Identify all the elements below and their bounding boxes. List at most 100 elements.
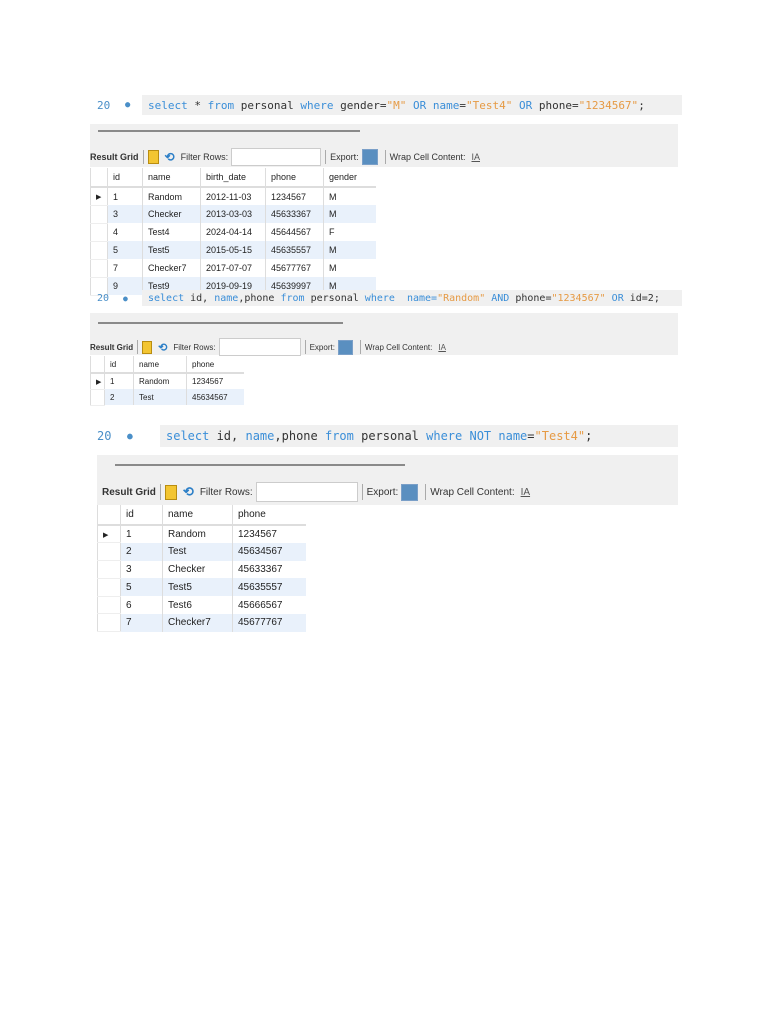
table-cell[interactable]: 45634567 xyxy=(232,542,306,561)
table-cell[interactable]: 1234567 xyxy=(232,525,306,543)
filter-rows-input[interactable] xyxy=(255,482,358,502)
refresh-icon[interactable]: ⟲ xyxy=(183,484,194,500)
table-cell[interactable]: 2012-11-03 xyxy=(200,187,266,205)
table-row[interactable]: 5 Test5 2015-05-15 45635557 M xyxy=(90,241,376,260)
table-cell[interactable]: 2015-05-15 xyxy=(200,241,266,259)
table-cell[interactable]: 45635557 xyxy=(265,241,324,259)
table-cell[interactable]: M xyxy=(323,241,376,259)
wrap-cell-content-icon[interactable]: IA xyxy=(521,487,530,498)
table-cell[interactable]: F xyxy=(323,223,376,241)
table-cell[interactable]: M xyxy=(323,205,376,223)
table-cell[interactable]: 1 xyxy=(104,373,134,389)
table-cell[interactable]: 5 xyxy=(120,578,163,597)
query-editor-line[interactable]: 20 ● select id, name ,phone from personal w… xyxy=(97,290,682,306)
table-cell[interactable]: 45677767 xyxy=(232,613,306,632)
table-cell[interactable]: 3 xyxy=(120,560,163,579)
table-cell[interactable]: Random xyxy=(162,525,233,543)
grid-view-icon[interactable] xyxy=(164,484,177,500)
query-editor-line[interactable]: 20 ● select * from personal where gender= "… xyxy=(97,95,682,115)
table-cell[interactable]: 45633367 xyxy=(265,205,324,223)
column-header[interactable]: id xyxy=(104,356,134,374)
table-cell[interactable]: 1 xyxy=(120,525,163,543)
column-header[interactable]: id xyxy=(107,168,143,188)
filter-rows-input[interactable] xyxy=(231,148,322,166)
column-header[interactable]: name xyxy=(133,356,187,374)
wrap-cell-content-icon[interactable]: IA xyxy=(438,343,446,352)
table-cell[interactable]: M xyxy=(323,187,376,205)
table-row[interactable]: 3 Checker 2013-03-03 45633367 M xyxy=(90,205,376,224)
export-icon[interactable] xyxy=(361,149,378,165)
refresh-icon[interactable]: ⟲ xyxy=(158,341,167,354)
table-row[interactable]: 2 Test 45634567 xyxy=(90,389,244,406)
table-row[interactable]: 4 Test4 2024-04-14 45644567 F xyxy=(90,223,376,242)
table-cell[interactable]: Test xyxy=(133,389,187,405)
table-row[interactable]: 2 Test 45634567 xyxy=(97,542,306,562)
table-cell[interactable]: Test5 xyxy=(162,578,233,597)
table-cell[interactable]: 7 xyxy=(120,613,163,632)
column-header[interactable]: phone xyxy=(232,505,306,526)
table-cell[interactable]: 3 xyxy=(107,205,143,223)
sql-query[interactable]: select id, name ,phone from personal wher… xyxy=(160,425,678,447)
table-row[interactable]: ▶ 1 Random 1234567 xyxy=(90,373,244,390)
sql-query[interactable]: select * from personal where gender= "M" … xyxy=(142,95,682,115)
export-icon[interactable] xyxy=(401,483,419,501)
result-grid-tab[interactable]: Result Grid xyxy=(90,343,133,352)
column-header[interactable]: gender xyxy=(323,168,376,188)
table-cell[interactable]: Checker7 xyxy=(142,259,201,277)
table-cell[interactable]: Checker xyxy=(142,205,201,223)
column-header[interactable]: id xyxy=(120,505,163,526)
result-grid[interactable]: id name birth_date phone gender ▶ 1 Random 2012-… xyxy=(90,168,376,296)
table-cell[interactable]: 2017-07-07 xyxy=(200,259,266,277)
column-header[interactable]: phone xyxy=(186,356,244,374)
table-cell[interactable]: Checker7 xyxy=(162,613,233,632)
table-cell[interactable]: 2 xyxy=(120,542,163,561)
table-cell[interactable]: Random xyxy=(133,373,187,389)
splitter-handle[interactable] xyxy=(98,322,343,324)
table-cell[interactable]: 45677767 xyxy=(265,259,324,277)
table-cell[interactable]: 45666567 xyxy=(232,596,306,614)
table-row[interactable]: 6 Test6 45666567 xyxy=(97,596,306,615)
table-row[interactable]: 7 Checker7 2017-07-07 45677767 M xyxy=(90,259,376,278)
table-cell[interactable]: 7 xyxy=(107,259,143,277)
table-cell[interactable]: 45634567 xyxy=(186,389,244,405)
sql-query[interactable]: select id, name ,phone from personal wher… xyxy=(142,290,682,306)
column-header[interactable]: name xyxy=(162,505,233,526)
table-row[interactable]: 7 Checker7 45677767 xyxy=(97,613,306,633)
table-cell[interactable]: 2013-03-03 xyxy=(200,205,266,223)
table-cell[interactable]: 1 xyxy=(107,187,143,205)
table-row[interactable]: ▶ 1 Random 1234567 xyxy=(97,525,306,544)
table-row[interactable]: ▶ 1 Random 2012-11-03 1234567 M xyxy=(90,187,376,206)
column-header[interactable]: birth_date xyxy=(200,168,266,188)
table-cell[interactable]: 45644567 xyxy=(265,223,324,241)
splitter-handle[interactable] xyxy=(115,464,405,466)
table-cell[interactable]: 1234567 xyxy=(186,373,244,389)
query-editor-line[interactable]: 20 ● select id, name ,phone from personal w… xyxy=(97,425,678,447)
result-grid[interactable]: id name phone ▶ 1 Random 1234567 2 Test 45634567 3… xyxy=(97,505,306,633)
wrap-cell-content-icon[interactable]: IA xyxy=(471,152,480,162)
table-cell[interactable]: Test xyxy=(162,542,233,561)
table-row[interactable]: 5 Test5 45635557 xyxy=(97,578,306,597)
table-cell[interactable]: 2024-04-14 xyxy=(200,223,266,241)
table-cell[interactable]: Test6 xyxy=(162,596,233,614)
table-cell[interactable]: 4 xyxy=(107,223,143,241)
export-icon[interactable] xyxy=(337,339,353,355)
result-grid-tab[interactable]: Result Grid xyxy=(102,487,156,498)
result-grid-tab[interactable]: Result Grid xyxy=(90,152,139,162)
table-cell[interactable]: Random xyxy=(142,187,201,205)
splitter-handle[interactable] xyxy=(98,130,360,132)
refresh-icon[interactable]: ⟲ xyxy=(165,150,175,164)
table-cell[interactable]: 45635557 xyxy=(232,578,306,597)
table-cell[interactable]: Test4 xyxy=(142,223,201,241)
grid-view-icon[interactable] xyxy=(147,150,159,164)
table-cell[interactable]: 5 xyxy=(107,241,143,259)
column-header[interactable]: name xyxy=(142,168,201,188)
column-header[interactable]: phone xyxy=(265,168,324,188)
result-grid[interactable]: id name phone ▶ 1 Random 1234567 2 Test 45634567 xyxy=(90,356,244,406)
table-cell[interactable]: Test5 xyxy=(142,241,201,259)
table-cell[interactable]: 2 xyxy=(104,389,134,405)
table-cell[interactable]: 1234567 xyxy=(265,187,324,205)
table-row[interactable]: 3 Checker 45633367 xyxy=(97,560,306,579)
filter-rows-input[interactable] xyxy=(218,338,301,356)
grid-view-icon[interactable] xyxy=(142,340,153,354)
table-cell[interactable]: Checker xyxy=(162,560,233,579)
